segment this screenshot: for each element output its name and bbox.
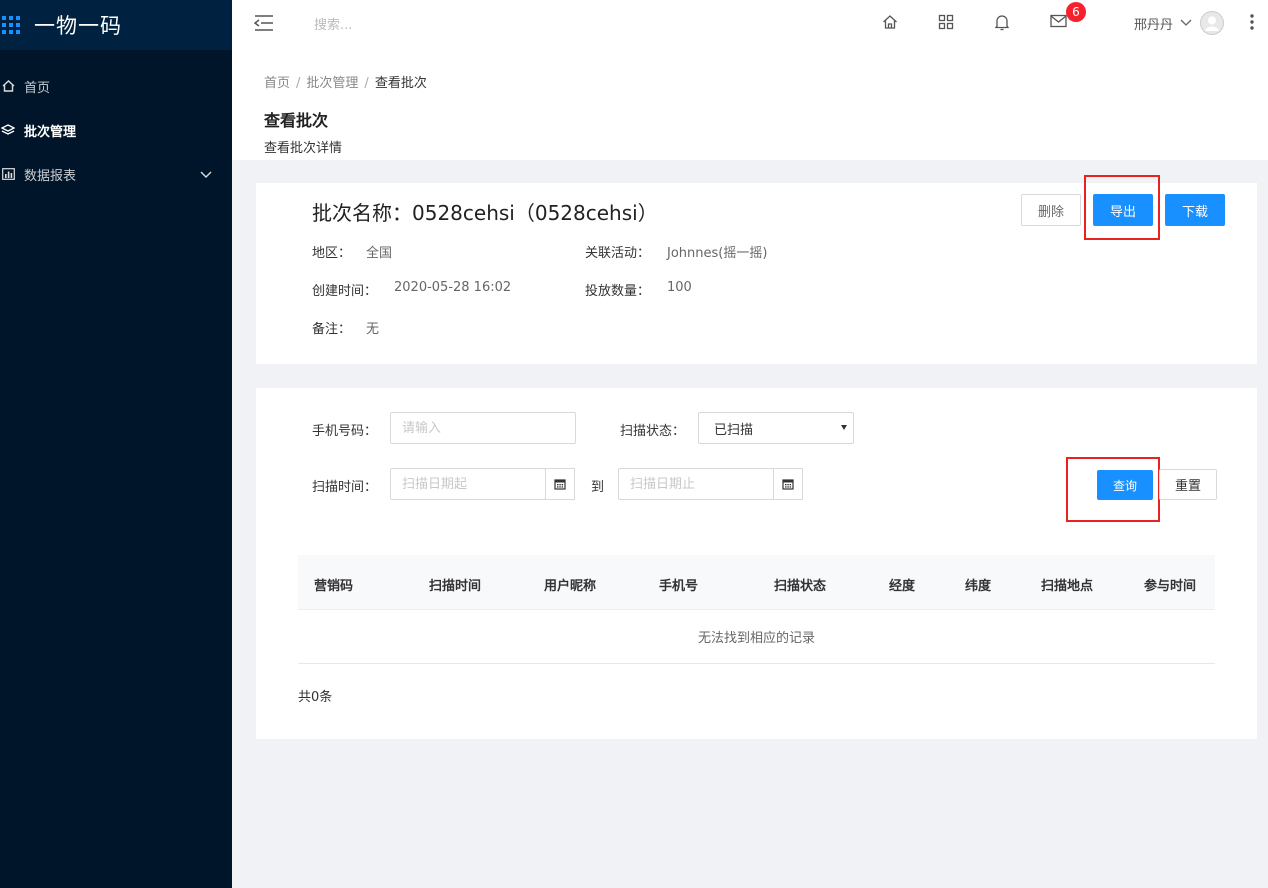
column-header[interactable]: 纬度	[965, 575, 991, 594]
home-icon[interactable]	[882, 14, 900, 32]
sidebar-item-label: 首页	[24, 80, 51, 96]
mail-count-badge: 6	[1066, 2, 1086, 22]
page-header: 首页 / 批次管理 / 查看批次 查看批次 查看批次详情	[232, 54, 1268, 160]
sidebar-menu: 首页 批次管理 数据报表	[0, 64, 232, 196]
region-label: 地区：	[312, 246, 352, 261]
download-button[interactable]: 下载	[1165, 194, 1225, 226]
batch-detail-card: 批次名称：0528cehsi（0528cehsi） 地区： 全国 关联活动： J…	[256, 175, 1257, 364]
activity-value: Johnnes(摇一摇)	[667, 246, 768, 261]
column-header[interactable]: 用户昵称	[544, 575, 596, 594]
activity-label: 关联活动：	[585, 246, 651, 261]
avatar[interactable]	[1200, 11, 1224, 35]
search-input[interactable]	[314, 12, 574, 38]
sidebar: 一物一码 首页 批次管理 数据报表	[0, 0, 232, 888]
breadcrumb-batch-management[interactable]: 批次管理	[306, 76, 358, 91]
apps-icon[interactable]	[938, 14, 956, 32]
sidebar-item-home[interactable]: 首页	[0, 64, 232, 108]
layers-icon	[0, 123, 16, 137]
column-header[interactable]: 扫描时间	[429, 575, 481, 594]
calendar-icon[interactable]	[545, 468, 575, 500]
scan-status-select[interactable]: 已扫描	[698, 412, 854, 444]
export-button[interactable]: 导出	[1093, 194, 1153, 226]
column-header[interactable]: 营销码	[314, 575, 353, 594]
breadcrumb-home[interactable]: 首页	[264, 76, 290, 91]
chevron-down-icon	[200, 168, 212, 183]
sidebar-item-label: 批次管理	[24, 124, 77, 140]
page-title: 查看批次	[264, 111, 329, 130]
column-header[interactable]: 经度	[889, 575, 915, 594]
home-icon	[0, 79, 16, 93]
chevron-down-icon[interactable]	[1180, 16, 1192, 31]
column-header[interactable]: 手机号	[659, 575, 698, 594]
total-count: 共0条	[298, 690, 333, 705]
scan-records-card: 手机号码： 扫描状态： 已扫描 扫描时间： 到 查询 重置 营销码 扫描时间 用…	[256, 388, 1257, 739]
table-header: 营销码 扫描时间 用户昵称 手机号 扫描状态 经度 纬度 扫描地点 参与时间	[298, 555, 1215, 610]
app-title: 一物一码	[34, 14, 122, 38]
quantity-label: 投放数量：	[585, 284, 651, 299]
scan-time-label: 扫描时间：	[312, 480, 378, 495]
sidebar-item-data-reports[interactable]: 数据报表	[0, 152, 232, 196]
phone-label: 手机号码：	[312, 424, 378, 439]
scan-records-table: 营销码 扫描时间 用户昵称 手机号 扫描状态 经度 纬度 扫描地点 参与时间 无…	[298, 555, 1215, 664]
empty-state-text: 无法找到相应的记录	[697, 631, 815, 646]
scan-end-date-input[interactable]	[618, 468, 774, 500]
to-label: 到	[591, 480, 605, 495]
user-name[interactable]: 邢丹丹	[1134, 14, 1173, 33]
phone-input[interactable]	[390, 412, 576, 444]
remark-label: 备注：	[312, 322, 352, 337]
column-header[interactable]: 参与时间	[1144, 575, 1196, 594]
created-time-value: 2020-05-28 16:02	[394, 280, 512, 295]
menu-collapse-icon[interactable]	[253, 14, 274, 32]
empty-state-row: 无法找到相应的记录	[298, 610, 1215, 664]
quantity-value: 100	[667, 280, 692, 295]
column-header[interactable]: 扫描地点	[1041, 575, 1093, 594]
query-button[interactable]: 查询	[1097, 470, 1153, 500]
remark-value: 无	[366, 322, 380, 337]
calendar-icon[interactable]	[773, 468, 803, 500]
apps-grid-icon[interactable]	[2, 16, 20, 34]
column-header[interactable]: 扫描状态	[774, 575, 826, 594]
mail-icon[interactable]	[1050, 14, 1068, 32]
bell-icon[interactable]	[994, 14, 1012, 32]
created-time-label: 创建时间：	[312, 284, 378, 299]
breadcrumb: 首页 / 批次管理 / 查看批次	[264, 76, 427, 91]
breadcrumb-current: 查看批次	[374, 76, 427, 91]
scan-status-label: 扫描状态：	[620, 424, 686, 439]
batch-name: 批次名称：0528cehsi（0528cehsi）	[312, 201, 658, 225]
sidebar-item-batch-management[interactable]: 批次管理	[0, 108, 232, 152]
delete-button[interactable]: 删除	[1021, 194, 1081, 226]
caret-down-icon	[841, 425, 847, 430]
more-vertical-icon[interactable]	[1250, 13, 1254, 35]
chart-icon	[0, 167, 16, 181]
sidebar-item-label: 数据报表	[24, 168, 77, 184]
page-description: 查看批次详情	[264, 141, 343, 156]
reset-button[interactable]: 重置	[1159, 469, 1217, 500]
region-value: 全国	[366, 246, 393, 261]
top-header: 6 邢丹丹	[232, 0, 1268, 54]
scan-start-date-input[interactable]	[390, 468, 546, 500]
logo-bar: 一物一码	[0, 0, 232, 50]
scan-status-value: 已扫描	[714, 422, 754, 438]
